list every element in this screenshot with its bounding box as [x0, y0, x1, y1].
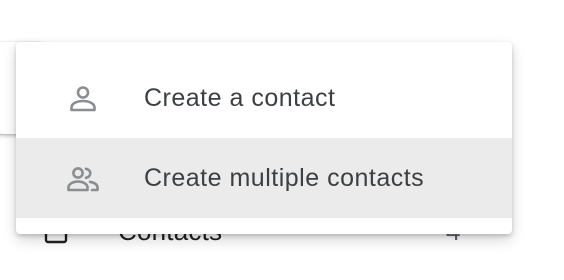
menu-item-create-contact[interactable]: Create a contact	[16, 58, 512, 138]
menu-item-label: Create multiple contacts	[144, 163, 425, 192]
menu-item-create-multiple-contacts[interactable]: Create multiple contacts	[16, 138, 512, 218]
person-outline-icon	[70, 86, 96, 112]
create-menu: Create a contact Create multiple contact…	[16, 42, 512, 234]
people-outline-icon	[67, 167, 99, 192]
app-stage: Contacts 4 Create a contact Create multi…	[0, 0, 564, 280]
menu-item-label: Create a contact	[144, 83, 336, 112]
